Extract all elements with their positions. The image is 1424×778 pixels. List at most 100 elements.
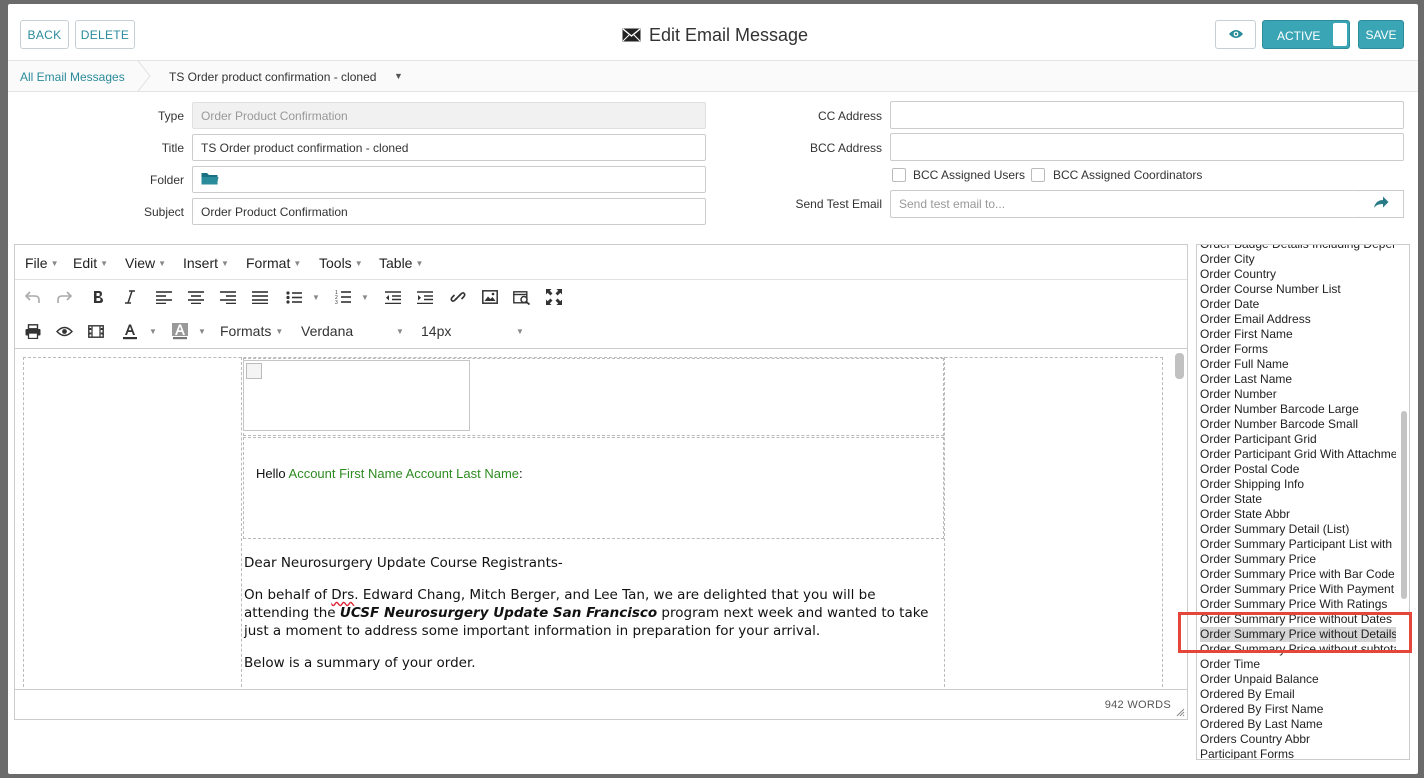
font-family-dropdown[interactable]: Verdana ▼ <box>301 323 407 339</box>
merge-field-item[interactable]: Order Full Name <box>1200 357 1396 372</box>
merge-field-item[interactable]: Order Postal Code <box>1200 462 1396 477</box>
editor-scrollbar[interactable] <box>1175 353 1184 379</box>
menu-table[interactable]: Table ▼ <box>379 255 423 271</box>
merge-field-item[interactable]: Order Participant Grid <box>1200 432 1396 447</box>
merge-field-item[interactable]: Order Shipping Info <box>1200 477 1396 492</box>
align-justify-icon[interactable] <box>248 285 272 309</box>
chevron-down-icon: ▼ <box>100 259 109 268</box>
merge-field-item[interactable]: Ordered By First Name <box>1200 702 1396 717</box>
greeting-cell: Hello Account First Name Account Last Na… <box>243 437 944 539</box>
save-button[interactable]: SAVE <box>1358 20 1404 49</box>
merge-field-item[interactable]: Order Last Name <box>1200 372 1396 387</box>
undo-icon[interactable] <box>21 285 45 309</box>
merge-field-item[interactable]: Order City <box>1200 252 1396 267</box>
cc-address-field[interactable] <box>890 101 1404 129</box>
background-color-icon[interactable] <box>168 319 192 343</box>
menu-file[interactable]: File ▼ <box>25 255 58 271</box>
chevron-down-icon[interactable]: ▼ <box>149 327 157 336</box>
font-size-dropdown[interactable]: 14px ▼ <box>421 323 527 339</box>
chevron-down-icon[interactable]: ▼ <box>312 293 320 302</box>
merge-field-list[interactable]: Order Badge Details Including Dependents… <box>1196 244 1410 760</box>
outdent-icon[interactable] <box>381 285 405 309</box>
merge-field-item[interactable]: Order State <box>1200 492 1396 507</box>
bcc-assigned-coordinators-checkbox[interactable] <box>1031 168 1045 182</box>
menu-view[interactable]: View ▼ <box>125 255 166 271</box>
merge-field-item[interactable]: Ordered By Email <box>1200 687 1396 702</box>
merge-field-item[interactable]: Order Course Number List <box>1200 282 1396 297</box>
merge-field-item[interactable]: Ordered By Last Name <box>1200 717 1396 732</box>
title-field[interactable]: TS Order product confirmation - cloned <box>192 134 706 161</box>
align-right-icon[interactable] <box>216 285 240 309</box>
redo-icon[interactable] <box>52 285 76 309</box>
merge-field-item[interactable]: Order State Abbr <box>1200 507 1396 522</box>
menu-format[interactable]: Format ▼ <box>246 255 301 271</box>
subject-field[interactable]: Order Product Confirmation <box>192 198 706 225</box>
merge-token-account-name[interactable]: Account First Name Account Last Name <box>289 466 519 481</box>
merge-field-item[interactable]: Order Summary Price With Ratings <box>1200 597 1396 612</box>
resize-grip-icon[interactable] <box>1176 708 1185 717</box>
bcc-address-field[interactable] <box>890 133 1404 161</box>
send-test-button[interactable] <box>1359 190 1404 218</box>
merge-field-item[interactable]: Orders Country Abbr <box>1200 732 1396 747</box>
formats-dropdown[interactable]: Formats ▼ <box>220 323 283 339</box>
delete-button[interactable]: DELETE <box>75 20 135 49</box>
link-icon[interactable] <box>446 285 470 309</box>
merge-field-item[interactable]: Order Summary Price with Bar Code <box>1200 567 1396 582</box>
broken-logo-image[interactable] <box>243 360 470 431</box>
bullet-list-icon[interactable] <box>282 285 306 309</box>
font-family-value: Verdana <box>301 323 354 339</box>
indent-icon[interactable] <box>413 285 437 309</box>
merge-field-item[interactable]: Order Number Barcode Large <box>1200 402 1396 417</box>
image-icon[interactable] <box>478 285 502 309</box>
fullscreen-icon[interactable] <box>542 285 566 309</box>
merge-field-item[interactable]: Order Date <box>1200 297 1396 312</box>
media-icon[interactable] <box>84 319 108 343</box>
back-button[interactable]: BACK <box>20 20 69 49</box>
merge-field-item[interactable]: Order Summary Price <box>1200 552 1396 567</box>
menu-edit[interactable]: Edit ▼ <box>73 255 108 271</box>
caret-down-icon[interactable]: ▼ <box>394 71 403 81</box>
folder-field[interactable] <box>192 166 706 193</box>
merge-field-item[interactable]: Order Email Address <box>1200 312 1396 327</box>
merge-field-item[interactable]: Order Summary Price With Payment <box>1200 582 1396 597</box>
merge-field-item[interactable]: Order Number <box>1200 387 1396 402</box>
chevron-down-icon[interactable]: ▼ <box>198 327 206 336</box>
merge-field-item[interactable]: Order Time <box>1200 657 1396 672</box>
merge-field-item[interactable]: Order Number Barcode Small <box>1200 417 1396 432</box>
print-icon[interactable] <box>21 319 45 343</box>
share-arrow-icon <box>1373 196 1389 212</box>
numbered-list-icon[interactable]: 123 <box>331 285 355 309</box>
list-scrollbar[interactable] <box>1401 411 1407 599</box>
active-toggle[interactable]: ACTIVE <box>1262 20 1350 49</box>
preview-eye-icon[interactable] <box>52 319 76 343</box>
merge-field-item[interactable]: Order Participant Grid With Attachments <box>1200 447 1396 462</box>
merge-field-item[interactable]: Order First Name <box>1200 327 1396 342</box>
italic-icon[interactable] <box>118 285 142 309</box>
align-left-icon[interactable] <box>152 285 176 309</box>
editor-content[interactable]: Hello Account First Name Account Last Na… <box>15 348 1187 688</box>
bold-icon[interactable] <box>86 285 110 309</box>
chevron-down-icon: ▼ <box>293 259 302 268</box>
bcc-assigned-users-checkbox[interactable] <box>892 168 906 182</box>
active-toggle-label: ACTIVE <box>1277 29 1321 43</box>
merge-field-item[interactable]: Order Country <box>1200 267 1396 282</box>
chevron-down-icon: ▼ <box>396 327 404 336</box>
menu-insert[interactable]: Insert ▼ <box>183 255 229 271</box>
merge-field-item[interactable]: Order Forms <box>1200 342 1396 357</box>
send-test-email-input[interactable]: Send test email to... <box>890 190 1360 218</box>
breadcrumb-root-link[interactable]: All Email Messages <box>20 70 125 84</box>
chevron-down-icon[interactable]: ▼ <box>361 293 369 302</box>
merge-field-item[interactable]: Order Summary Participant List with <box>1200 537 1396 552</box>
merge-field-item[interactable]: Order Unpaid Balance <box>1200 672 1396 687</box>
merge-field-item[interactable]: Participant Forms <box>1200 747 1396 759</box>
menu-tools[interactable]: Tools ▼ <box>319 255 363 271</box>
folder-icon[interactable] <box>201 171 219 188</box>
preview-button[interactable] <box>1215 20 1256 49</box>
preview-search-icon[interactable] <box>510 285 534 309</box>
align-center-icon[interactable] <box>184 285 208 309</box>
merge-field-item[interactable]: Order Summary Detail (List) <box>1200 522 1396 537</box>
text-color-icon[interactable] <box>118 319 142 343</box>
merge-field-item[interactable]: Order Badge Details Including Dependents <box>1200 245 1396 252</box>
title-label: Title <box>161 141 184 155</box>
send-test-email-label: Send Test Email <box>795 197 883 211</box>
